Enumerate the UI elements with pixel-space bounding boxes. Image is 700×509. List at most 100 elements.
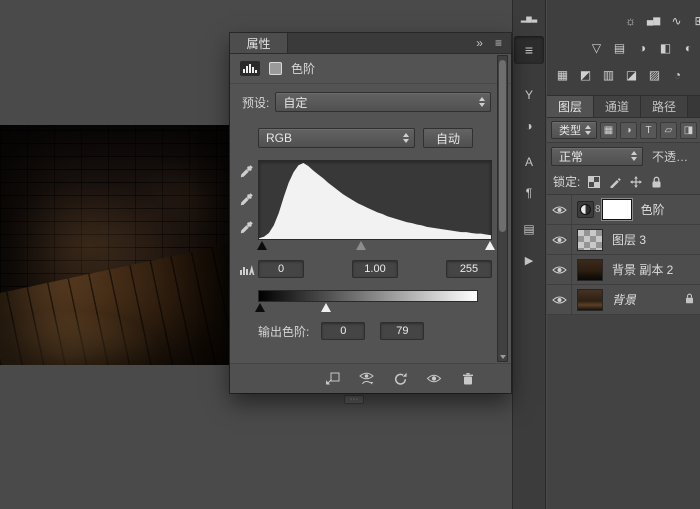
reset-icon[interactable] <box>391 370 409 388</box>
filter-pixel-layers-icon[interactable]: ▦ <box>600 122 617 139</box>
lock-row: 锁定: <box>547 169 700 195</box>
delete-icon[interactable] <box>459 370 477 388</box>
gray-point-eyedropper-icon[interactable] <box>239 190 256 207</box>
posterize-icon[interactable]: ▥ <box>597 65 620 85</box>
black-point-eyedropper-icon[interactable] <box>239 162 256 179</box>
character-glyph: A <box>525 155 533 169</box>
tab-layers[interactable]: 图层 <box>547 96 594 117</box>
filter-smart-objects-icon[interactable]: ◨ <box>680 122 697 139</box>
opacity-label[interactable]: 不透明度: <box>652 148 692 165</box>
layer-mask-thumbnail[interactable] <box>602 199 632 220</box>
layer-row-background-copy2[interactable]: 背景 副本 2 <box>547 255 700 285</box>
blend-mode-dropdown[interactable]: 正常 <box>551 147 643 166</box>
threshold-icon[interactable]: ◪ <box>620 65 643 85</box>
adjustments-glyph: ◑ <box>525 119 532 133</box>
timeline-panel-icon[interactable]: ▶ <box>514 246 544 274</box>
collapse-panel-icon[interactable]: » <box>476 36 483 50</box>
input-gamma-field[interactable] <box>352 260 398 278</box>
dropdown-caret-icon <box>403 133 409 143</box>
scrollbar-thumb[interactable] <box>499 60 506 232</box>
layer-thumbnail[interactable] <box>577 289 603 311</box>
layer-visibility-eye-icon[interactable] <box>547 255 572 284</box>
hue-saturation-icon[interactable]: ▤ <box>608 38 631 58</box>
channel-dropdown[interactable]: RGB <box>258 128 415 148</box>
panel-dock-strip: ▂▆▃ ≡ Y ◑ A ¶ ▤ ▶ <box>512 0 546 509</box>
layer-visibility-eye-icon[interactable] <box>547 195 572 224</box>
output-white-field[interactable] <box>380 322 424 340</box>
levels-icon[interactable]: ▄▆ <box>642 11 665 31</box>
input-black-slider[interactable] <box>257 241 267 250</box>
lock-position-icon[interactable] <box>628 174 643 189</box>
properties-tab[interactable]: 属性 <box>230 33 288 53</box>
levels-adjustment-icon <box>240 61 260 76</box>
filter-adjustment-layers-icon[interactable]: ◑ <box>620 122 637 139</box>
exposure-icon[interactable]: ⊞ <box>688 11 700 31</box>
mask-chip-icon <box>269 62 282 75</box>
output-levels-sliders <box>258 302 478 314</box>
input-gamma-slider[interactable] <box>356 241 366 250</box>
channel-value: RGB <box>266 131 399 145</box>
levels-histogram[interactable] <box>258 160 492 240</box>
auto-button[interactable]: 自动 <box>423 128 473 148</box>
layer-row-levels[interactable]: 8 色阶 <box>547 195 700 225</box>
visibility-eye-icon[interactable] <box>425 370 443 388</box>
color-balance-icon[interactable]: ◑ <box>631 38 654 58</box>
photo-filter-icon[interactable]: ◐ <box>677 38 700 58</box>
adjustment-header: 色阶 <box>230 54 511 84</box>
white-point-eyedropper-icon[interactable] <box>239 218 256 235</box>
paragraph-panel-icon[interactable]: ¶ <box>514 179 544 207</box>
levels-adjustment-thumbnail[interactable] <box>577 201 594 218</box>
selective-color-icon[interactable]: ◔ <box>666 65 689 85</box>
lock-transparent-pixels-icon[interactable] <box>586 174 601 189</box>
panel-menu-icon[interactable]: ≡ <box>495 36 502 50</box>
adjustments-panel-icon[interactable]: ◑ <box>514 112 544 140</box>
layer-name: 背景 <box>612 291 636 308</box>
scrollbar-down-arrow-icon[interactable] <box>500 355 506 359</box>
output-gradient-bar <box>258 290 478 302</box>
lock-all-icon[interactable] <box>649 174 664 189</box>
output-black-field[interactable] <box>321 322 365 340</box>
mask-link-icon[interactable]: 8 <box>595 204 601 215</box>
vibrance-icon[interactable]: ▽ <box>585 38 608 58</box>
invert-icon[interactable]: ◩ <box>574 65 597 85</box>
properties-scrollbar[interactable] <box>497 55 508 362</box>
filter-type-layers-icon[interactable]: T <box>640 122 657 139</box>
input-white-slider[interactable] <box>485 241 495 250</box>
timeline-glyph: ▶ <box>525 254 533 267</box>
view-previous-state-icon[interactable] <box>357 370 375 388</box>
filter-kind-dropdown[interactable]: 类型 <box>551 121 597 139</box>
layer-thumbnail[interactable] <box>577 229 603 251</box>
curves-icon[interactable]: ∿ <box>665 11 688 31</box>
tab-channels[interactable]: 通道 <box>594 96 641 117</box>
output-white-slider[interactable] <box>321 303 331 312</box>
gradient-map-icon[interactable]: ▨ <box>643 65 666 85</box>
clone-source-glyph: Y <box>525 88 533 102</box>
layer-row-background[interactable]: 背景 <box>547 285 700 315</box>
filter-shape-layers-icon[interactable]: ▱ <box>660 122 677 139</box>
output-black-slider[interactable] <box>255 303 265 312</box>
tab-paths[interactable]: 路径 <box>641 96 688 117</box>
histogram-options-icon[interactable] <box>236 263 258 276</box>
black-white-icon[interactable]: ◧ <box>654 38 677 58</box>
swatches-panel-icon[interactable]: ▤ <box>514 215 544 243</box>
character-panel-icon[interactable]: A <box>514 148 544 176</box>
layer-thumbnail[interactable] <box>577 259 603 281</box>
input-black-field[interactable] <box>258 260 304 278</box>
adjustment-title: 色阶 <box>291 60 315 77</box>
color-lookup-icon[interactable]: ▦ <box>551 65 574 85</box>
input-white-field[interactable] <box>446 260 492 278</box>
document-image[interactable] <box>0 125 236 365</box>
brightness-contrast-icon[interactable]: ☼ <box>619 11 642 31</box>
image-vignette <box>0 125 236 365</box>
layer-visibility-eye-icon[interactable] <box>547 285 572 314</box>
layer-visibility-eye-icon[interactable] <box>547 225 572 254</box>
lock-image-pixels-icon[interactable] <box>607 174 622 189</box>
histogram-panel-icon[interactable]: ▂▆▃ <box>514 5 544 33</box>
layer-row-layer3[interactable]: 图层 3 <box>547 225 700 255</box>
dropdown-caret-icon <box>631 151 637 161</box>
clone-source-panel-icon[interactable]: Y <box>514 81 544 109</box>
properties-panel-icon[interactable]: ≡ <box>514 36 544 64</box>
clip-to-layer-icon[interactable] <box>323 370 341 388</box>
panel-resize-grip[interactable]: ⋯ <box>344 395 364 404</box>
preset-dropdown[interactable]: 自定 <box>275 92 491 112</box>
